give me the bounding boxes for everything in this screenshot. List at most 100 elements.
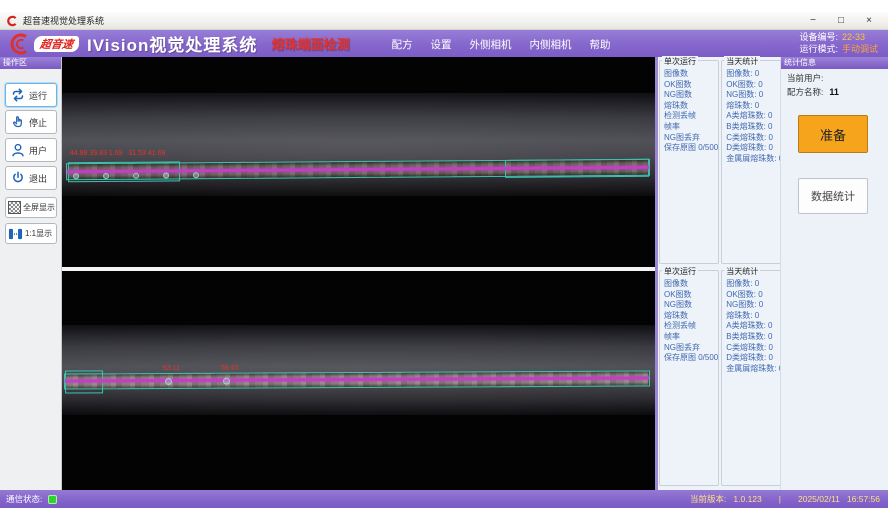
brand-swirl-icon xyxy=(6,32,32,56)
sidebar-title: 操作区 xyxy=(0,57,61,69)
stat-row: NG图数: 0 xyxy=(726,300,783,311)
stat-row: B类熔珠数: 0 xyxy=(726,332,783,343)
stat-row: 检测丢帧 xyxy=(664,321,718,332)
stat-row: OK图数 xyxy=(664,290,718,301)
stat-row: C类熔珠数: 0 xyxy=(726,343,783,354)
maximize-button[interactable]: □ xyxy=(834,15,848,26)
menu-item-inner-camera[interactable]: 内侧相机 xyxy=(529,37,571,52)
stat-row: 熔珠数 xyxy=(664,311,718,322)
menu-item-outer-camera[interactable]: 外侧相机 xyxy=(469,37,511,52)
bead-marker xyxy=(73,173,79,179)
day-stats-group: 当天统计 图像数: 0OK图数: 0NG图数: 0熔珠数: 0A类熔珠数: 0B… xyxy=(721,270,784,486)
run-stats-group: 单次运行 图像数OK图数NG图数熔珠数检测丢帧帧率NG图丢弃保存原图 0/500 xyxy=(659,60,719,264)
stat-row: D类熔珠数: 0 xyxy=(726,353,783,364)
run-stats-title: 单次运行 xyxy=(662,266,698,277)
statistics-column: 单次运行 图像数OK图数NG图数熔珠数检测丢帧帧率NG图丢弃保存原图 0/500… xyxy=(658,57,780,490)
app-subtitle: 熔珠端面检测 xyxy=(271,34,349,53)
loop-arrows-icon xyxy=(10,87,26,103)
close-button[interactable]: × xyxy=(862,15,876,26)
bead-marker xyxy=(193,172,199,178)
stat-row: 图像数: 0 xyxy=(726,279,783,290)
minimize-button[interactable]: − xyxy=(806,15,820,26)
stat-row: 帧率 xyxy=(664,332,718,343)
power-icon xyxy=(10,170,26,186)
application-window: 超音速视觉处理系统 − □ × 超音速 IVision视觉处理系统 熔珠端面检测… xyxy=(0,0,888,522)
stat-row: OK图数 xyxy=(664,80,718,91)
run-stats-rows: 图像数OK图数NG图数熔珠数检测丢帧帧率NG图丢弃保存原图 0/500 xyxy=(660,61,718,154)
device-number-value: 22-33 xyxy=(842,32,865,42)
stat-row: 图像数 xyxy=(664,279,718,290)
fullscreen-button[interactable]: 全屏显示 xyxy=(5,197,57,218)
day-stats-title: 当天统计 xyxy=(724,56,760,67)
menu-item-recipe[interactable]: 配方 xyxy=(391,37,412,52)
operation-sidebar: 操作区 运行 停止 xyxy=(0,57,62,490)
menu-item-settings[interactable]: 设置 xyxy=(430,37,451,52)
prepare-button[interactable]: 准备 xyxy=(798,115,868,153)
stat-row: 帧率 xyxy=(664,122,718,133)
data-statistics-button[interactable]: 数据统计 xyxy=(798,178,868,214)
bead-marker xyxy=(133,173,139,179)
menu-item-help[interactable]: 帮助 xyxy=(589,37,610,52)
camera-view-bottom[interactable]: 53.11 56.43 xyxy=(62,271,655,490)
main-menu: 配方 设置 外侧相机 内侧相机 帮助 xyxy=(391,37,610,57)
measurement-label: 53.11 xyxy=(163,365,180,372)
user-button[interactable]: 用户 xyxy=(5,138,57,162)
stat-row: 图像数 xyxy=(664,69,718,80)
brand-logo-text: 超音速 xyxy=(39,36,74,52)
stat-row: 熔珠数 xyxy=(664,101,718,112)
status-time: 16:57:56 xyxy=(847,494,880,504)
recipe-name-label: 配方名称: xyxy=(787,87,823,97)
stat-row: NG图数: 0 xyxy=(726,90,783,101)
stop-button[interactable]: 停止 xyxy=(5,110,57,134)
bead-marker xyxy=(103,173,109,179)
stat-row: NG图丢弃 xyxy=(664,343,718,354)
exit-button-label: 退出 xyxy=(29,172,47,185)
status-bar: 通信状态: 当前版本: 1.0.123 | 2025/02/11 16:57:5… xyxy=(0,490,888,508)
stat-row: NG图数 xyxy=(664,90,718,101)
run-stats-title: 单次运行 xyxy=(662,56,698,67)
exit-button[interactable]: 退出 xyxy=(5,166,57,190)
run-button-label: 运行 xyxy=(29,89,47,102)
stat-row: A类熔珠数: 0 xyxy=(726,111,783,122)
app-title: IVision视觉处理系统 xyxy=(87,31,257,56)
stop-button-label: 停止 xyxy=(29,116,47,129)
day-stats-title: 当天统计 xyxy=(724,266,760,277)
day-stats-rows: 图像数: 0OK图数: 0NG图数: 0熔珠数: 0A类熔珠数: 0B类熔珠数:… xyxy=(722,61,783,164)
one-to-one-button-label: 1:1显示 xyxy=(25,228,52,239)
brand-logo: 超音速 xyxy=(34,36,79,52)
user-button-label: 用户 xyxy=(29,144,47,157)
window-controls: − □ × xyxy=(806,15,882,26)
camera-view-top[interactable]: 44.88 39.83 1.69 31.53 41.69 xyxy=(62,57,655,267)
stat-row: 金属屑熔珠数: 0 xyxy=(726,154,783,165)
recipe-name-value: 11 xyxy=(829,87,839,97)
info-panel: 统计信息 当前用户: 配方名称:11 准备 数据统计 xyxy=(780,57,888,490)
workspace: 操作区 运行 停止 xyxy=(0,57,888,490)
stat-row: 图像数: 0 xyxy=(726,69,783,80)
day-stats-group: 当天统计 图像数: 0OK图数: 0NG图数: 0熔珠数: 0A类熔珠数: 0B… xyxy=(721,60,784,264)
status-date: 2025/02/11 xyxy=(798,494,840,504)
fullscreen-button-label: 全屏显示 xyxy=(23,202,55,213)
comm-status-indicator xyxy=(48,495,57,504)
stat-row: A类熔珠数: 0 xyxy=(726,321,783,332)
one-to-one-icon xyxy=(8,227,23,241)
stat-row: NG图丢弃 xyxy=(664,133,718,144)
app-logo-icon xyxy=(6,15,18,27)
laser-line xyxy=(65,376,649,382)
app-header: 超音速 IVision视觉处理系统 熔珠端面检测 配方 设置 外侧相机 内侧相机… xyxy=(0,30,888,57)
weld-bead-strip-top xyxy=(66,159,650,181)
user-icon xyxy=(10,142,26,158)
stats-panel-top: 单次运行 图像数OK图数NG图数熔珠数检测丢帧帧率NG图丢弃保存原图 0/500… xyxy=(659,60,779,264)
current-user-label: 当前用户: xyxy=(787,73,823,83)
run-button[interactable]: 运行 xyxy=(5,83,57,107)
device-number-label: 设备编号: xyxy=(799,32,838,42)
stat-row: 保存原图 0/500 xyxy=(664,353,718,364)
fullscreen-dither-icon xyxy=(8,201,21,214)
version-info: 当前版本: 1.0.123 | 2025/02/11 16:57:56 xyxy=(690,493,882,505)
version-label: 当前版本: xyxy=(690,493,726,505)
run-mode-label: 运行模式: xyxy=(799,44,838,54)
device-info: 设备编号:22-33 运行模式:手动调试 xyxy=(799,32,882,55)
stat-row: 熔珠数: 0 xyxy=(726,101,783,112)
bead-marker xyxy=(165,378,172,385)
one-to-one-button[interactable]: 1:1显示 xyxy=(5,223,57,244)
measurement-annotation-top: 44.88 39.83 1.69 31.53 41.69 xyxy=(70,150,165,157)
